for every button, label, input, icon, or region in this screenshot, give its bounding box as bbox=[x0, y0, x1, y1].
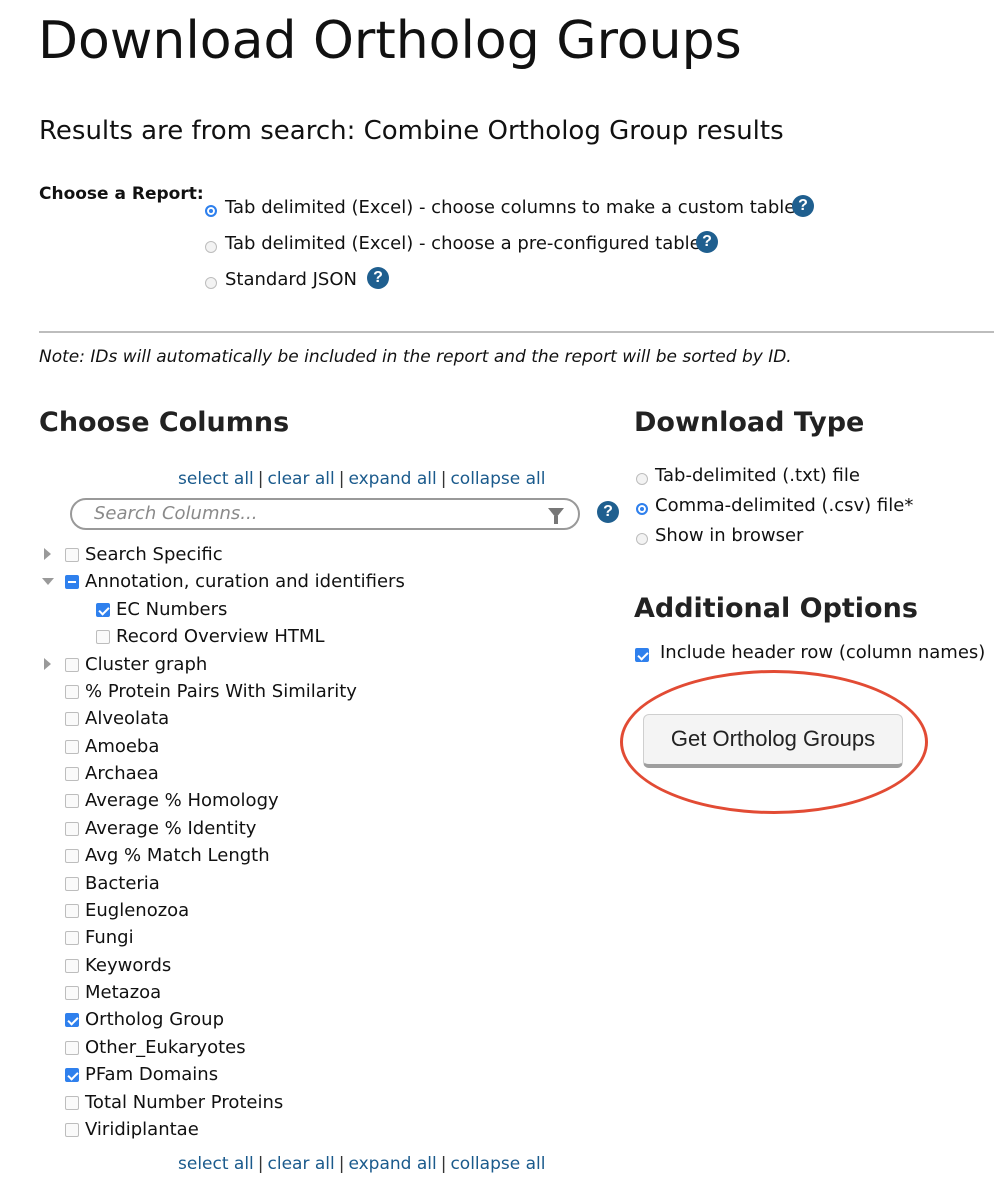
column-links-bottom: select all | clear all | expand all | collapse… bbox=[178, 1152, 545, 1176]
header-row-checkbox[interactable] bbox=[635, 648, 649, 662]
tree-item-label: Keywords bbox=[85, 955, 172, 976]
tree-item-label: Archaea bbox=[85, 763, 159, 784]
tree-item-record-overview[interactable]: Record Overview HTML bbox=[40, 626, 600, 653]
tree-item-avg-identity[interactable]: Average % Identity bbox=[40, 818, 600, 845]
tree-item-label: Amoeba bbox=[85, 736, 160, 757]
tree-checkbox[interactable] bbox=[65, 740, 79, 754]
tree-item-keywords[interactable]: Keywords bbox=[40, 955, 600, 982]
tree-item-label: Average % Homology bbox=[85, 790, 279, 811]
tree-checkbox[interactable] bbox=[65, 575, 79, 589]
tree-checkbox[interactable] bbox=[65, 712, 79, 726]
collapse-all-link[interactable]: collapse all bbox=[450, 1154, 545, 1174]
tree-checkbox[interactable] bbox=[96, 630, 110, 644]
tree-checkbox[interactable] bbox=[65, 1068, 79, 1082]
help-icon[interactable]: ? bbox=[696, 231, 718, 253]
tree-item-archaea[interactable]: Archaea bbox=[40, 763, 600, 790]
tree-item-label: Cluster graph bbox=[85, 654, 208, 675]
link-separator: | bbox=[440, 1154, 447, 1174]
tree-item-label: EC Numbers bbox=[116, 599, 228, 620]
tree-item-label: Record Overview HTML bbox=[116, 626, 325, 647]
tree-checkbox[interactable] bbox=[65, 959, 79, 973]
tree-item-label: Annotation, curation and identifiers bbox=[85, 571, 405, 592]
tree-checkbox[interactable] bbox=[65, 658, 79, 672]
tree-checkbox[interactable] bbox=[65, 1123, 79, 1137]
tree-item-ec-numbers[interactable]: EC Numbers bbox=[40, 599, 600, 626]
tree-checkbox[interactable] bbox=[65, 931, 79, 945]
tree-item-pfam-domains[interactable]: PFam Domains bbox=[40, 1064, 600, 1091]
tree-item-label: Alveolata bbox=[85, 708, 170, 729]
tree-item-ortholog-group[interactable]: Ortholog Group bbox=[40, 1009, 600, 1036]
tree-checkbox[interactable] bbox=[65, 904, 79, 918]
download-option-label: Comma-delimited (.csv) file* bbox=[655, 495, 914, 516]
tree-item-label: Total Number Proteins bbox=[85, 1092, 284, 1113]
tree-checkbox[interactable] bbox=[65, 1013, 79, 1027]
link-separator: | bbox=[338, 1154, 345, 1174]
tree-item-annotation[interactable]: Annotation, curation and identifiers bbox=[40, 571, 600, 598]
tree-checkbox[interactable] bbox=[65, 794, 79, 808]
select-all-link[interactable]: select all bbox=[178, 1154, 254, 1174]
tree-checkbox[interactable] bbox=[65, 548, 79, 562]
tree-item-label: Average % Identity bbox=[85, 818, 257, 839]
tree-checkbox[interactable] bbox=[65, 1096, 79, 1110]
tree-item-avg-homology[interactable]: Average % Homology bbox=[40, 790, 600, 817]
tree-item-protein-pairs[interactable]: % Protein Pairs With Similarity bbox=[40, 681, 600, 708]
tree-item-label: Bacteria bbox=[85, 873, 160, 894]
tree-item-total-proteins[interactable]: Total Number Proteins bbox=[40, 1092, 600, 1119]
download-radio-csv[interactable] bbox=[636, 503, 648, 515]
tree-item-label: PFam Domains bbox=[85, 1064, 219, 1085]
get-ortholog-groups-button[interactable]: Get Ortholog Groups bbox=[643, 714, 903, 768]
download-radio-txt[interactable] bbox=[636, 473, 648, 485]
tree-checkbox[interactable] bbox=[96, 603, 110, 617]
clear-all-link[interactable]: clear all bbox=[268, 1154, 335, 1174]
tree-item-label: Avg % Match Length bbox=[85, 845, 270, 866]
tree-item-euglenozoa[interactable]: Euglenozoa bbox=[40, 900, 600, 927]
header-row-option[interactable]: Include header row (column names) bbox=[634, 641, 994, 667]
tree-item-cluster-graph[interactable]: Cluster graph bbox=[40, 654, 600, 681]
tree-item-alveolata[interactable]: Alveolata bbox=[40, 708, 600, 735]
tree-item-label: Ortholog Group bbox=[85, 1009, 225, 1030]
tree-item-other-eukaryotes[interactable]: Other_Eukaryotes bbox=[40, 1037, 600, 1064]
tree-checkbox[interactable] bbox=[65, 1041, 79, 1055]
tree-checkbox[interactable] bbox=[65, 877, 79, 891]
tree-checkbox[interactable] bbox=[65, 685, 79, 699]
expand-arrow-icon[interactable] bbox=[44, 658, 51, 670]
expand-arrow-icon[interactable] bbox=[44, 548, 51, 560]
tree-item-bacteria[interactable]: Bacteria bbox=[40, 873, 600, 900]
tree-item-label: Fungi bbox=[85, 927, 134, 948]
tree-item-avg-match-length[interactable]: Avg % Match Length bbox=[40, 845, 600, 872]
tree-item-search-specific[interactable]: Search Specific bbox=[40, 544, 600, 571]
column-tree: Search Specific Annotation, curation and… bbox=[0, 0, 620, 1190]
tree-item-label: Euglenozoa bbox=[85, 900, 190, 921]
tree-checkbox[interactable] bbox=[65, 767, 79, 781]
collapse-arrow-icon[interactable] bbox=[42, 578, 54, 585]
tree-item-metazoa[interactable]: Metazoa bbox=[40, 982, 600, 1009]
additional-options-heading: Additional Options bbox=[634, 593, 918, 624]
download-type-heading: Download Type bbox=[634, 407, 865, 438]
download-option-label: Show in browser bbox=[655, 525, 804, 546]
tree-item-label: % Protein Pairs With Similarity bbox=[85, 681, 357, 702]
download-option-label: Tab-delimited (.txt) file bbox=[655, 465, 860, 486]
tree-checkbox[interactable] bbox=[65, 986, 79, 1000]
tree-checkbox[interactable] bbox=[65, 822, 79, 836]
tree-item-label: Viridiplantae bbox=[85, 1119, 199, 1140]
tree-item-amoeba[interactable]: Amoeba bbox=[40, 736, 600, 763]
tree-item-label: Metazoa bbox=[85, 982, 162, 1003]
tree-checkbox[interactable] bbox=[65, 849, 79, 863]
expand-all-link[interactable]: expand all bbox=[348, 1154, 436, 1174]
tree-item-label: Search Specific bbox=[85, 544, 223, 565]
tree-item-fungi[interactable]: Fungi bbox=[40, 927, 600, 954]
help-icon[interactable]: ? bbox=[792, 195, 814, 217]
tree-item-label: Other_Eukaryotes bbox=[85, 1037, 246, 1058]
tree-item-viridiplantae[interactable]: Viridiplantae bbox=[40, 1119, 600, 1146]
download-radio-browser[interactable] bbox=[636, 533, 648, 545]
link-separator: | bbox=[257, 1154, 264, 1174]
header-row-label: Include header row (column names) bbox=[660, 642, 986, 663]
